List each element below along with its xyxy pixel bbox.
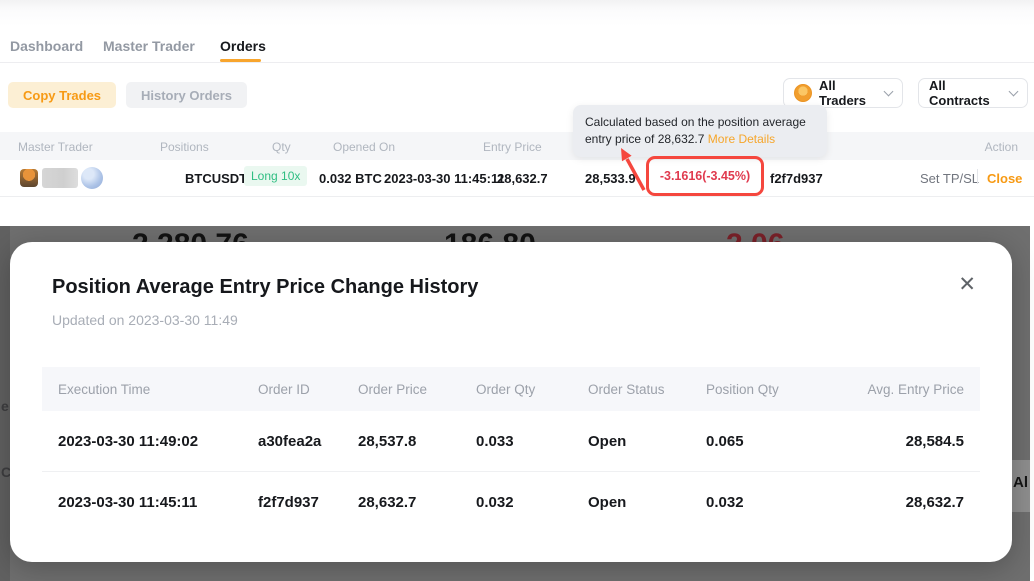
close-position-button[interactable]: Close xyxy=(987,171,1022,186)
all-traders-dropdown[interactable]: All Traders xyxy=(783,78,903,108)
chevron-down-icon xyxy=(1009,86,1019,96)
col-order-id: Order ID xyxy=(242,367,342,411)
top-shadow xyxy=(0,0,1034,26)
active-tab-underline xyxy=(220,59,261,62)
copy-trades-button[interactable]: Copy Trades xyxy=(8,82,116,108)
order-status: Open xyxy=(572,472,690,533)
col-order-status: Order Status xyxy=(572,367,690,411)
col-avg-entry-price: Avg. Entry Price xyxy=(840,367,980,411)
modal-overlay[interactable]: 2,280.76 USDT 186.80 USDT -2.06 USDT e C… xyxy=(0,226,1034,581)
history-table: Execution Time Order ID Order Price Orde… xyxy=(42,367,980,533)
nav-tabs: Dashboard Master Trader Orders xyxy=(0,38,1034,62)
all-contracts-label: All Contracts xyxy=(929,78,1003,108)
col-order-qty: Order Qty xyxy=(460,367,572,411)
order-price: 28,632.7 xyxy=(342,472,460,533)
set-tpsl-button[interactable]: Set TP/SL xyxy=(920,171,979,186)
avg-entry-price: 28,584.5 xyxy=(840,411,980,471)
pnl-value: -3.1616(-3.45%) xyxy=(660,169,750,183)
chevron-down-icon xyxy=(884,86,894,96)
col-master-trader: Master Trader xyxy=(18,140,93,154)
col-opened-on: Opened On xyxy=(333,140,395,154)
order-qty: 0.032 xyxy=(460,472,572,533)
order-no: f2f7d937 xyxy=(770,171,823,186)
screen: Dashboard Master Trader Orders Copy Trad… xyxy=(0,0,1034,581)
col-action: Action xyxy=(985,140,1018,154)
position-qty: 0.032 xyxy=(690,472,840,533)
trader-avatar-icon xyxy=(794,84,812,102)
position-qty: 0.065 xyxy=(690,411,840,471)
history-table-header: Execution Time Order ID Order Price Orde… xyxy=(42,367,980,411)
master-trader-avatar xyxy=(20,169,38,187)
entry-price-history-modal: Position Average Entry Price Change Hist… xyxy=(10,242,1012,562)
col-order-price: Order Price xyxy=(342,367,460,411)
avg-entry-price: 28,632.7 xyxy=(840,472,980,533)
modal-updated-timestamp: Updated on 2023-03-30 11:49 xyxy=(52,312,238,328)
table-row: 2023-03-30 11:45:11 f2f7d937 28,632.7 0.… xyxy=(42,472,980,533)
col-positions: Positions xyxy=(160,140,209,154)
all-contracts-dropdown[interactable]: All Contracts xyxy=(918,78,1028,108)
execution-time: 2023-03-30 11:49:02 xyxy=(42,411,242,471)
history-orders-button[interactable]: History Orders xyxy=(126,82,247,108)
action-divider xyxy=(977,169,978,184)
row-border xyxy=(0,196,1034,197)
col-position-qty: Position Qty xyxy=(690,367,840,411)
order-id: f2f7d937 xyxy=(242,472,342,533)
opened-on: 2023-03-30 11:45:11 xyxy=(384,171,505,186)
entry-price: 28,632.7 xyxy=(497,171,548,186)
order-qty: 0.033 xyxy=(460,411,572,471)
master-trader-name-redacted xyxy=(42,168,78,188)
order-price: 28,537.8 xyxy=(342,411,460,471)
annotation-arrow-icon xyxy=(608,142,656,196)
col-execution-time: Execution Time xyxy=(42,367,242,411)
modal-title: Position Average Entry Price Change Hist… xyxy=(52,276,478,299)
close-icon[interactable]: ✕ xyxy=(958,274,976,295)
tab-orders[interactable]: Orders xyxy=(220,38,266,54)
col-entry-price: Entry Price xyxy=(483,140,542,154)
tabs-divider xyxy=(0,62,1034,63)
position-qty: 0.032 BTC xyxy=(319,171,382,186)
edge-fragment-left-1: e xyxy=(1,398,9,414)
annotation-highlight-box: -3.1616(-3.45%) xyxy=(646,156,764,196)
edge-fragment-right: Al xyxy=(1013,474,1028,491)
long-leverage-badge: Long 10x xyxy=(244,166,307,186)
order-status: Open xyxy=(572,411,690,471)
symbol: BTCUSDT xyxy=(185,171,247,186)
col-qty: Qty xyxy=(272,140,291,154)
execution-time: 2023-03-30 11:45:11 xyxy=(42,472,242,533)
order-id: a30fea2a xyxy=(242,411,342,471)
table-row: 2023-03-30 11:49:02 a30fea2a 28,537.8 0.… xyxy=(42,411,980,472)
more-details-link[interactable]: More Details xyxy=(708,132,775,146)
globe-icon xyxy=(81,167,103,189)
all-traders-label: All Traders xyxy=(819,78,878,108)
scrollbar-gutter xyxy=(1030,226,1034,581)
tab-master-trader[interactable]: Master Trader xyxy=(103,38,195,54)
tab-dashboard[interactable]: Dashboard xyxy=(10,38,83,54)
